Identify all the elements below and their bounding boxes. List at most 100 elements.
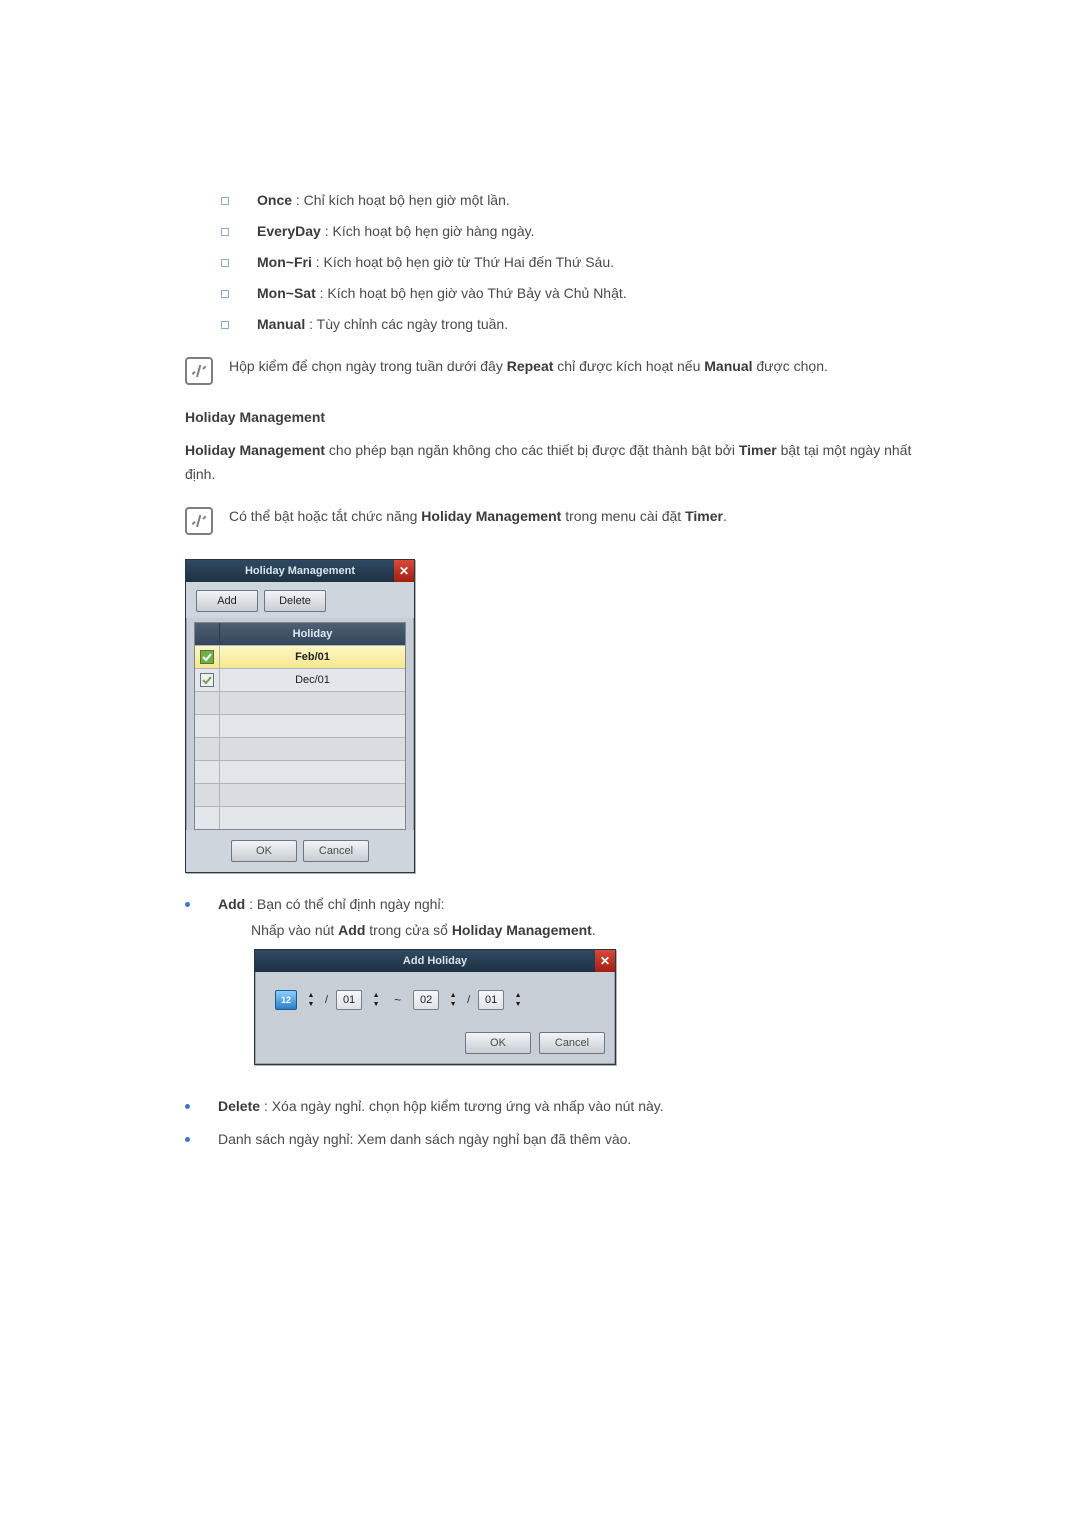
text: chỉ được kích hoạt nếu [553,358,704,374]
table-row-empty [195,760,405,783]
option-label: EveryDay [257,223,321,239]
repeat-option: Mon~Sat : Kích hoạt bộ hẹn giờ vào Thứ B… [221,283,920,304]
dialog-titlebar: Add Holiday ✕ [255,950,615,972]
text: Holiday Management [452,922,592,938]
option-desc: : Kích hoạt bộ hẹn giờ từ Thứ Hai đến Th… [312,254,614,270]
list-item-holiday-list: Danh sách ngày nghỉ: Xem danh sách ngày … [185,1128,920,1150]
option-label: Mon~Fri [257,254,312,270]
text: Nhấp vào nút [251,922,338,938]
text: được chọn. [753,358,828,374]
item-subtext: Nhấp vào nút Add trong cửa sổ Holiday Ma… [251,919,920,941]
item-desc: : Bạn có thể chỉ định ngày nghỉ: [245,896,444,912]
note-manual-required: Hộp kiểm để chọn ngày trong tuần dưới đâ… [185,355,920,385]
text: trong cửa sổ [365,922,451,938]
holiday-cell: Feb/01 [220,646,405,668]
range-separator: ~ [390,991,405,1010]
spinner-icon[interactable]: ▲▼ [370,991,382,1009]
delete-button[interactable]: Delete [264,590,326,612]
option-desc: : Kích hoạt bộ hẹn giờ vào Thứ Bảy và Ch… [316,285,627,301]
square-bullet-icon [221,228,229,236]
text: Timer [685,508,723,524]
row-checkbox[interactable] [200,650,214,664]
add-holiday-body: 12 ▲▼ / 01 ▲▼ ~ 02 ▲▼ / 01 ▲▼ [255,972,615,1024]
table-row[interactable]: Dec/01 [195,668,405,691]
table-row[interactable]: Feb/01 [195,645,405,668]
item-label: Add [218,896,245,912]
hm-toolbar: Add Delete [186,582,414,618]
calendar-icon[interactable]: 12 [275,990,297,1010]
to-day-field[interactable]: 01 [478,990,504,1010]
spinner-icon[interactable]: ▲▼ [447,991,459,1009]
table-row-empty [195,714,405,737]
spinner-icon[interactable]: ▲▼ [305,991,317,1009]
holiday-cell: Dec/01 [220,669,405,691]
text: Manual [704,358,752,374]
text: . [723,508,727,524]
dialog-close-button[interactable]: ✕ [394,560,414,582]
section-heading-holiday-management: Holiday Management [185,409,920,425]
text: Có thể bật hoặc tắt chức năng [229,508,421,524]
cancel-button[interactable]: Cancel [303,840,369,862]
close-icon: ✕ [600,952,610,971]
option-label: Manual [257,316,305,332]
text: . [592,922,596,938]
row-checkbox[interactable] [200,673,214,687]
separator: / [325,992,328,1010]
text: Hộp kiểm để chọn ngày trong tuần dưới đâ… [229,358,507,374]
option-label: Once [257,192,292,208]
note-icon [185,357,213,385]
repeat-options-list: Once : Chỉ kích hoạt bộ hẹn giờ một lần.… [221,190,920,335]
table-header: Holiday [195,623,405,645]
text: Repeat [507,358,554,374]
separator: / [467,992,470,1010]
repeat-option: Mon~Fri : Kích hoạt bộ hẹn giờ từ Thứ Ha… [221,252,920,273]
repeat-option: Once : Chỉ kích hoạt bộ hẹn giờ một lần. [221,190,920,211]
hm-actions-list: Add : Bạn có thể chỉ định ngày nghỉ: Nhấ… [185,893,920,1151]
text: Add [338,922,365,938]
option-desc: : Chỉ kích hoạt bộ hẹn giờ một lần. [292,192,510,208]
dialog-close-button[interactable]: ✕ [595,950,615,972]
table-row-empty [195,806,405,829]
close-icon: ✕ [399,564,409,578]
add-button[interactable]: Add [196,590,258,612]
square-bullet-icon [221,290,229,298]
spinner-icon[interactable]: ▲▼ [512,991,524,1009]
option-desc: : Tùy chỉnh các ngày trong tuần. [305,316,508,332]
dialog-titlebar: Holiday Management ✕ [186,560,414,582]
document-page: Once : Chỉ kích hoạt bộ hẹn giờ một lần.… [0,0,1080,1260]
dialog-footer: OK Cancel [186,830,414,872]
list-item-add: Add : Bạn có thể chỉ định ngày nghỉ: Nhấ… [185,893,920,1086]
cancel-button[interactable]: Cancel [539,1032,605,1054]
square-bullet-icon [221,321,229,329]
dot-bullet-icon [185,1104,190,1109]
header-check-column[interactable] [195,623,220,645]
header-holiday-column: Holiday [220,623,405,645]
ok-button[interactable]: OK [231,840,297,862]
dot-bullet-icon [185,902,190,907]
repeat-option: EveryDay : Kích hoạt bộ hẹn giờ hàng ngà… [221,221,920,242]
table-row-empty [195,737,405,760]
option-desc: : Kích hoạt bộ hẹn giờ hàng ngày. [321,223,535,239]
text: Timer [739,442,777,458]
ok-button[interactable]: OK [465,1032,531,1054]
from-month-field[interactable]: 01 [336,990,362,1010]
dialog-footer: OK Cancel [255,1024,615,1064]
text: Holiday Management [185,442,325,458]
item-label: Delete [218,1098,260,1114]
note-icon [185,507,213,535]
to-month-field[interactable]: 02 [413,990,439,1010]
add-holiday-dialog: Add Holiday ✕ 12 ▲▼ / 01 ▲▼ ~ 02 ▲▼ [254,949,616,1065]
table-row-empty [195,783,405,806]
dot-bullet-icon [185,1137,190,1142]
holiday-table: Holiday Feb/01 Dec/01 [194,622,406,830]
square-bullet-icon [221,197,229,205]
text: Holiday Management [421,508,561,524]
option-label: Mon~Sat [257,285,316,301]
repeat-option: Manual : Tùy chỉnh các ngày trong tuần. [221,314,920,335]
note-hm-in-timer: Có thể bật hoặc tắt chức năng Holiday Ma… [185,505,920,535]
item-desc: Danh sách ngày nghỉ: Xem danh sách ngày … [218,1131,631,1147]
square-bullet-icon [221,259,229,267]
text: cho phép bạn ngăn không cho các thiết bị… [325,442,739,458]
hm-intro-paragraph: Holiday Management cho phép bạn ngăn khô… [185,439,920,487]
dialog-title: Add Holiday [403,953,467,971]
